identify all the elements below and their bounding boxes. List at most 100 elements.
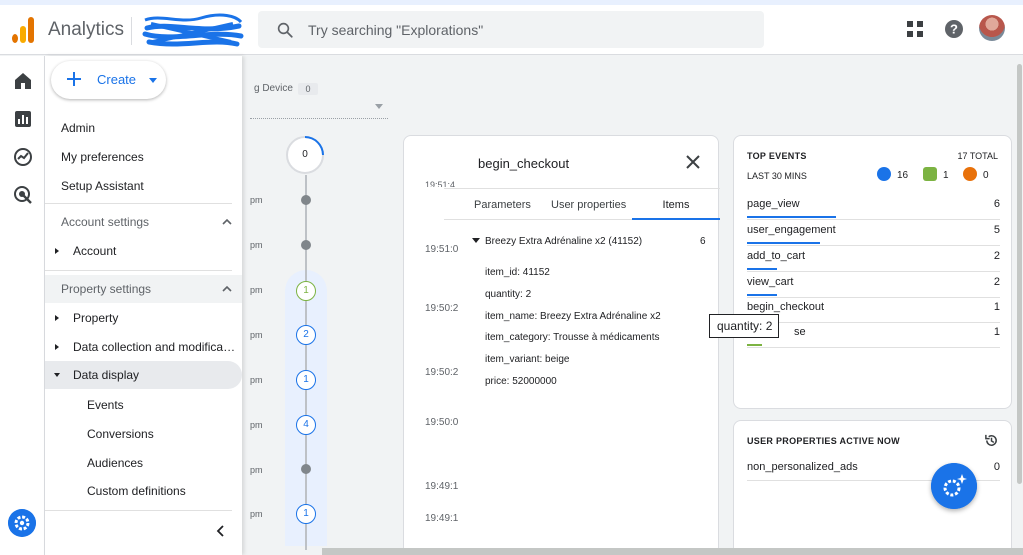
menu-item-setup-assistant[interactable]: Setup Assistant — [61, 179, 144, 193]
item-property: price: 52000000 — [485, 376, 557, 387]
device-dropdown-underline[interactable] — [250, 118, 388, 119]
event-count: 1 — [993, 326, 1000, 338]
app-title: Analytics — [48, 19, 125, 40]
event-row[interactable]: user_engagement 5 — [747, 220, 1000, 246]
item-property: item_variant: beige — [485, 354, 570, 365]
home-icon[interactable] — [12, 70, 34, 92]
admin-settings-gear-icon[interactable] — [8, 509, 36, 537]
history-icon[interactable] — [984, 433, 999, 448]
tab-parameters[interactable]: Parameters — [474, 189, 531, 220]
dropdown-caret-icon[interactable] — [375, 104, 383, 109]
timeline-top-progress — [278, 128, 332, 182]
event-row[interactable]: page_view 6 — [747, 194, 1000, 220]
collapse-menu-chevron-icon[interactable] — [214, 524, 228, 538]
menu-divider — [45, 203, 232, 204]
analytics-logo-icon[interactable] — [12, 17, 36, 43]
timeline-event-count[interactable]: 1 — [296, 281, 316, 301]
menu-item-events[interactable]: Events — [87, 398, 124, 412]
event-row[interactable]: begin_checkout 1 — [747, 297, 1000, 323]
create-button[interactable]: Create — [51, 61, 166, 99]
top-events-title: TOP EVENTS — [747, 151, 807, 161]
flag-icon — [923, 167, 937, 181]
item-property[interactable]: quantity: 2 — [485, 289, 531, 300]
event-row[interactable]: se 1 — [747, 322, 1000, 348]
timeline-event-count[interactable]: 1 — [296, 370, 316, 390]
event-time: 19:50:2 — [425, 303, 459, 314]
item-property: item_category: Trousse à médicaments — [485, 332, 660, 343]
timeline-dot[interactable] — [301, 464, 311, 474]
expand-arrow-icon — [55, 315, 59, 321]
menu-item-data-collection[interactable]: Data collection and modifica… — [45, 333, 242, 361]
event-time: 19:50:2 — [425, 367, 459, 378]
advertising-icon[interactable] — [12, 184, 34, 206]
event-count: 2 — [993, 276, 1000, 288]
event-name: user_engagement — [747, 224, 836, 236]
event-time: 19:49:1 — [425, 481, 459, 492]
section-account-settings[interactable]: Account settings — [45, 208, 242, 236]
apps-grid-icon[interactable] — [904, 18, 926, 40]
timeline-dot[interactable] — [301, 240, 311, 250]
menu-item-audiences[interactable]: Audiences — [87, 456, 143, 470]
detail-tabs: Parameters User properties Items — [444, 188, 720, 220]
side-menu: Create Admin My preferences Setup Assist… — [45, 56, 242, 555]
menu-item-data-display[interactable]: Data display — [45, 361, 242, 389]
help-icon[interactable]: ? — [943, 18, 965, 40]
menu-item-property[interactable]: Property — [45, 304, 242, 332]
device-filter-label: g Device — [254, 83, 293, 94]
timeline-time: pm — [250, 509, 263, 519]
event-name: begin_checkout — [747, 301, 825, 313]
account-avatar[interactable] — [979, 15, 1005, 41]
top-bar: Analytics ? — [0, 5, 1023, 55]
event-count: 1 — [993, 301, 1000, 313]
timeline-line — [305, 175, 307, 550]
insights-sparkle-icon[interactable] — [931, 463, 977, 509]
collapse-arrow-icon — [54, 373, 60, 377]
timeline-time: pm — [250, 465, 263, 475]
menu-item-label: Data collection and modifica… — [73, 340, 236, 354]
event-count: 5 — [993, 224, 1000, 236]
menu-item-my-preferences[interactable]: My preferences — [61, 150, 144, 164]
timeline-event-count[interactable]: 2 — [296, 325, 316, 345]
touch-icon — [877, 167, 891, 181]
expand-arrow-icon — [55, 344, 59, 350]
event-time: 19:50:0 — [425, 417, 459, 428]
tab-items[interactable]: Items — [632, 189, 720, 220]
menu-item-custom-definitions[interactable]: Custom definitions — [87, 484, 186, 498]
quantity-tooltip: quantity: 2 — [709, 314, 779, 338]
event-row[interactable]: add_to_cart 2 — [747, 246, 1000, 272]
item-header[interactable]: Breezy Extra Adrénaline x2 (41152) — [472, 236, 642, 247]
event-time: 19:51:4 — [425, 181, 456, 187]
menu-item-admin[interactable]: Admin — [61, 121, 95, 135]
event-row[interactable]: view_cart 2 — [747, 272, 1000, 298]
horizontal-scrollbar[interactable] — [322, 548, 1023, 555]
search-bar[interactable] — [258, 11, 764, 48]
redacted-account-scribble[interactable] — [141, 12, 245, 52]
section-property-settings[interactable]: Property settings — [45, 275, 242, 303]
close-icon[interactable] — [685, 154, 701, 170]
search-input[interactable] — [308, 19, 728, 41]
header-divider — [131, 17, 132, 45]
event-bar — [747, 344, 762, 346]
item-header-label: Breezy Extra Adrénaline x2 (41152) — [485, 236, 643, 247]
menu-item-account[interactable]: Account — [45, 237, 242, 265]
tab-user-properties[interactable]: User properties — [551, 189, 626, 220]
user-property-count: 0 — [993, 461, 1000, 473]
explore-icon[interactable] — [12, 146, 34, 168]
timeline-event-count[interactable]: 4 — [296, 415, 316, 435]
reports-icon[interactable] — [12, 108, 34, 130]
menu-divider — [45, 510, 232, 511]
left-nav-rail — [0, 56, 45, 555]
menu-item-label: Data display — [73, 368, 140, 382]
vertical-scrollbar-thumb[interactable] — [1017, 64, 1022, 484]
chevron-up-icon — [222, 285, 232, 292]
timeline-dot[interactable] — [301, 195, 311, 205]
timeline-time: pm — [250, 375, 263, 385]
timeline-event-count[interactable]: 1 — [296, 504, 316, 524]
item-property: item_id: 41152 — [485, 267, 550, 278]
expand-arrow-icon — [55, 248, 59, 254]
event-count: 2 — [993, 250, 1000, 262]
menu-item-conversions[interactable]: Conversions — [87, 427, 154, 441]
badge-count: 0 — [983, 170, 989, 181]
event-bar — [747, 268, 777, 270]
plus-icon — [67, 72, 81, 86]
